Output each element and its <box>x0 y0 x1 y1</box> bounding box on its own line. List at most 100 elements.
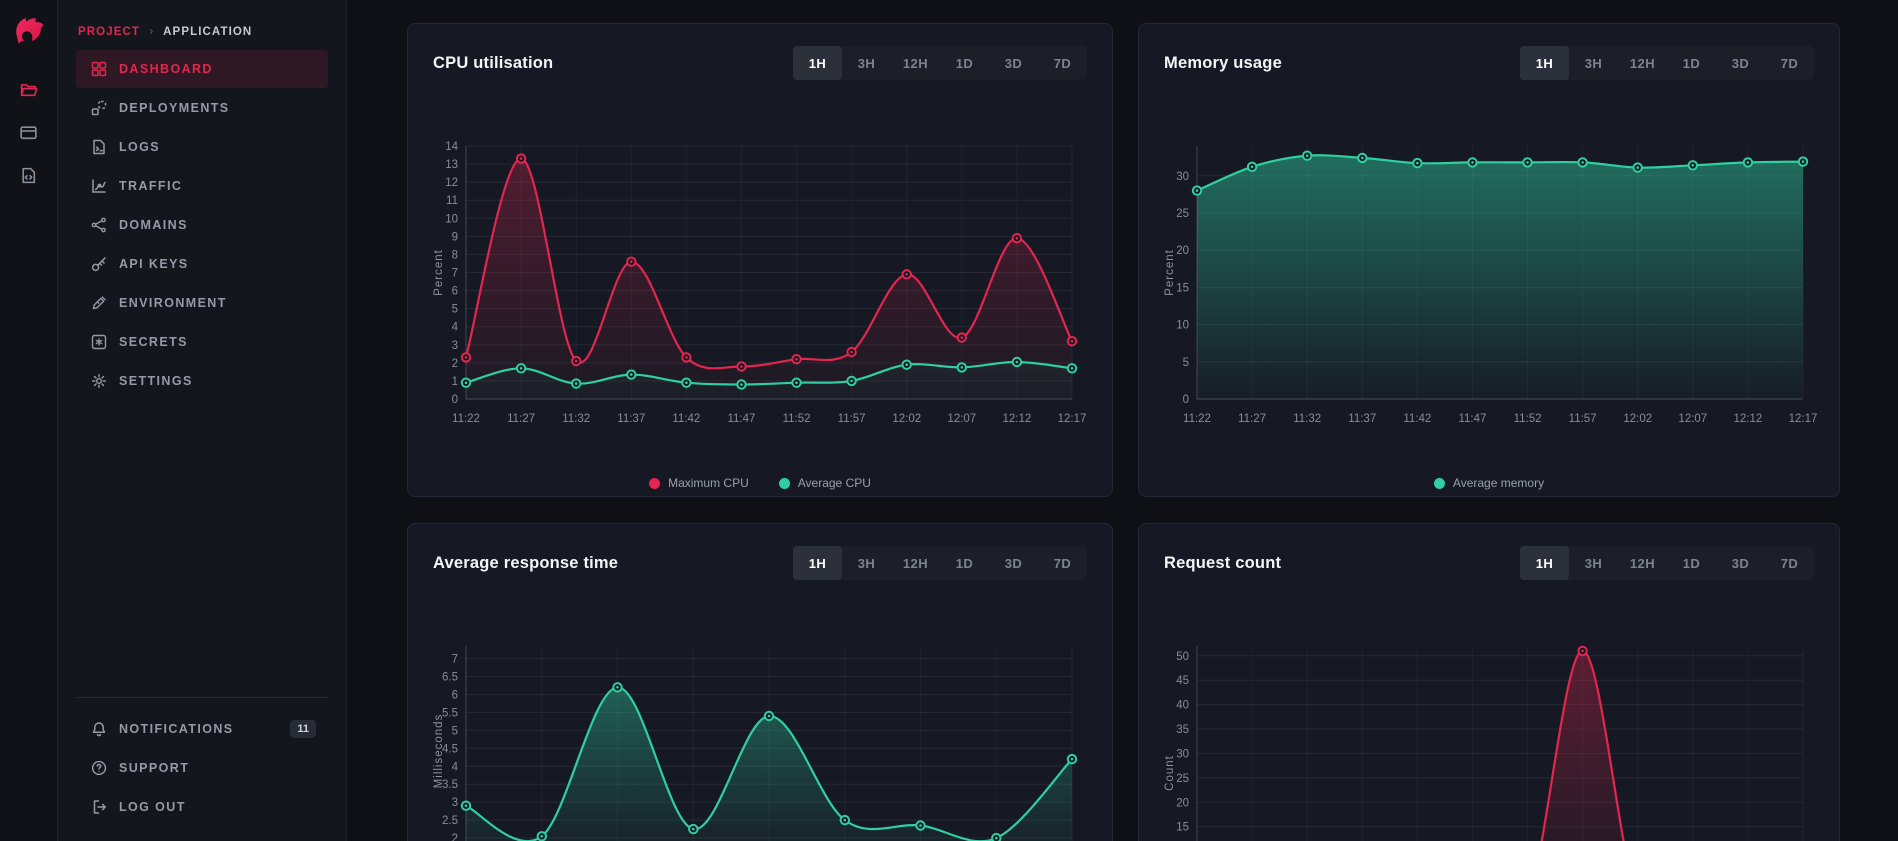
sidebar-item-dashboard[interactable]: DASHBOARD <box>76 50 328 88</box>
range-7d-button[interactable]: 7D <box>1765 546 1814 580</box>
range-3h-button[interactable]: 3H <box>1569 46 1618 80</box>
file-code-icon[interactable] <box>16 162 42 188</box>
nestjs-logo-icon[interactable] <box>12 12 46 48</box>
sidebar-item-environment[interactable]: ENVIRONMENT <box>76 284 328 322</box>
sidebar-item-label: SUPPORT <box>119 761 189 775</box>
sidebar-item-logout[interactable]: LOG OUT <box>76 788 328 826</box>
range-3h-button[interactable]: 3H <box>842 46 891 80</box>
svg-text:Percent: Percent <box>433 249 445 296</box>
time-range-group: 1H 3H 12H 1D 3D 7D <box>1520 546 1814 580</box>
memory-chart-legend: Average memory <box>1139 476 1839 490</box>
card-title: CPU utilisation <box>433 54 553 73</box>
range-1d-button[interactable]: 1D <box>1667 46 1716 80</box>
svg-text:Percent: Percent <box>1164 249 1176 296</box>
svg-text:5: 5 <box>1183 357 1189 369</box>
range-12h-button[interactable]: 12H <box>1618 546 1667 580</box>
card-title: Memory usage <box>1164 54 1282 73</box>
svg-text:4: 4 <box>452 761 459 773</box>
sidebar-item-deployments[interactable]: DEPLOYMENTS <box>76 89 328 127</box>
svg-text:11: 11 <box>446 195 458 207</box>
asterisk-box-icon <box>90 333 108 351</box>
legend-dot <box>779 478 790 489</box>
svg-text:11:42: 11:42 <box>672 413 700 425</box>
range-7d-button[interactable]: 7D <box>1765 46 1814 80</box>
range-3h-button[interactable]: 3H <box>1569 546 1618 580</box>
breadcrumb-application[interactable]: APPLICATION <box>163 26 252 38</box>
svg-text:11:22: 11:22 <box>1183 413 1211 425</box>
credit-card-icon[interactable] <box>16 119 42 145</box>
range-3h-button[interactable]: 3H <box>842 546 891 580</box>
range-1h-button[interactable]: 1H <box>793 46 842 80</box>
svg-text:0: 0 <box>1183 394 1189 406</box>
legend-dot <box>1434 478 1445 489</box>
card-memory-usage: Memory usage 1H 3H 12H 1D 3D 7D 05101520… <box>1138 23 1840 497</box>
svg-text:3: 3 <box>452 797 458 809</box>
range-3d-button[interactable]: 3D <box>1716 46 1765 80</box>
gear-icon <box>90 372 108 390</box>
svg-text:6.5: 6.5 <box>442 672 458 684</box>
range-3d-button[interactable]: 3D <box>989 546 1038 580</box>
legend-item[interactable]: Average memory <box>1434 476 1544 490</box>
svg-text:15: 15 <box>1176 282 1189 294</box>
svg-text:11:47: 11:47 <box>1458 413 1486 425</box>
range-1d-button[interactable]: 1D <box>940 546 989 580</box>
range-7d-button[interactable]: 7D <box>1038 546 1087 580</box>
svg-text:4: 4 <box>452 322 459 334</box>
deployments-icon <box>90 99 108 117</box>
app-root: PROJECT › APPLICATION DASHBOARD DEPLOYME… <box>0 0 1898 841</box>
sidebar-item-traffic[interactable]: TRAFFIC <box>76 167 328 205</box>
sidebar-item-secrets[interactable]: SECRETS <box>76 323 328 361</box>
svg-text:11:27: 11:27 <box>1238 413 1266 425</box>
legend-item[interactable]: Maximum CPU <box>649 476 749 490</box>
sidebar-item-support[interactable]: SUPPORT <box>76 749 328 787</box>
sidebar-item-logs[interactable]: LOGS <box>76 128 328 166</box>
sidebar-item-settings[interactable]: SETTINGS <box>76 362 328 400</box>
svg-text:11:32: 11:32 <box>1293 413 1321 425</box>
svg-text:25: 25 <box>1176 773 1189 785</box>
sidebar-item-api-keys[interactable]: API KEYS <box>76 245 328 283</box>
card-cpu-utilisation: CPU utilisation 1H 3H 12H 1D 3D 7D 01234… <box>407 23 1113 497</box>
svg-text:20: 20 <box>1176 797 1189 809</box>
range-1h-button[interactable]: 1H <box>1520 46 1569 80</box>
request-count-chart: 05101520253035404550Count <box>1163 624 1839 841</box>
svg-text:11:27: 11:27 <box>507 413 535 425</box>
legend-dot <box>649 478 660 489</box>
svg-text:2: 2 <box>452 358 458 370</box>
breadcrumb-project[interactable]: PROJECT <box>78 26 140 38</box>
range-3d-button[interactable]: 3D <box>989 46 1038 80</box>
svg-text:11:52: 11:52 <box>1514 413 1542 425</box>
svg-text:12:07: 12:07 <box>947 413 976 425</box>
svg-text:12:17: 12:17 <box>1058 413 1087 425</box>
range-1h-button[interactable]: 1H <box>793 546 842 580</box>
svg-text:13: 13 <box>445 159 458 171</box>
svg-text:15: 15 <box>1176 822 1189 834</box>
sidebar-item-label: LOG OUT <box>119 800 186 814</box>
svg-text:20: 20 <box>1176 245 1189 257</box>
main-content: CPU utilisation 1H 3H 12H 1D 3D 7D 01234… <box>347 0 1898 841</box>
svg-text:Count: Count <box>1164 755 1176 791</box>
svg-text:12:07: 12:07 <box>1678 413 1707 425</box>
svg-text:3: 3 <box>452 340 458 352</box>
range-1h-button[interactable]: 1H <box>1520 546 1569 580</box>
sidebar-item-domains[interactable]: DOMAINS <box>76 206 328 244</box>
card-average-response-time: Average response time 1H 3H 12H 1D 3D 7D… <box>407 523 1113 841</box>
svg-text:14: 14 <box>445 141 458 153</box>
range-12h-button[interactable]: 12H <box>1618 46 1667 80</box>
range-1d-button[interactable]: 1D <box>1667 546 1716 580</box>
logout-icon <box>90 798 108 816</box>
svg-text:11:37: 11:37 <box>1348 413 1376 425</box>
svg-text:40: 40 <box>1176 700 1189 712</box>
svg-text:11:32: 11:32 <box>562 413 590 425</box>
legend-item[interactable]: Average CPU <box>779 476 871 490</box>
range-12h-button[interactable]: 12H <box>891 546 940 580</box>
folder-open-icon[interactable] <box>16 76 42 102</box>
svg-text:9: 9 <box>452 231 458 243</box>
range-3d-button[interactable]: 3D <box>1716 546 1765 580</box>
range-1d-button[interactable]: 1D <box>940 46 989 80</box>
range-12h-button[interactable]: 12H <box>891 46 940 80</box>
dashboard-grid-icon <box>90 60 108 78</box>
range-7d-button[interactable]: 7D <box>1038 46 1087 80</box>
response-time-chart: 22.533.544.555.566.57Milliseconds <box>432 624 1112 841</box>
sidebar-item-notifications[interactable]: NOTIFICATIONS 11 <box>76 710 328 748</box>
sidebar-footer: NOTIFICATIONS 11 SUPPORT LOG OUT <box>58 697 346 841</box>
